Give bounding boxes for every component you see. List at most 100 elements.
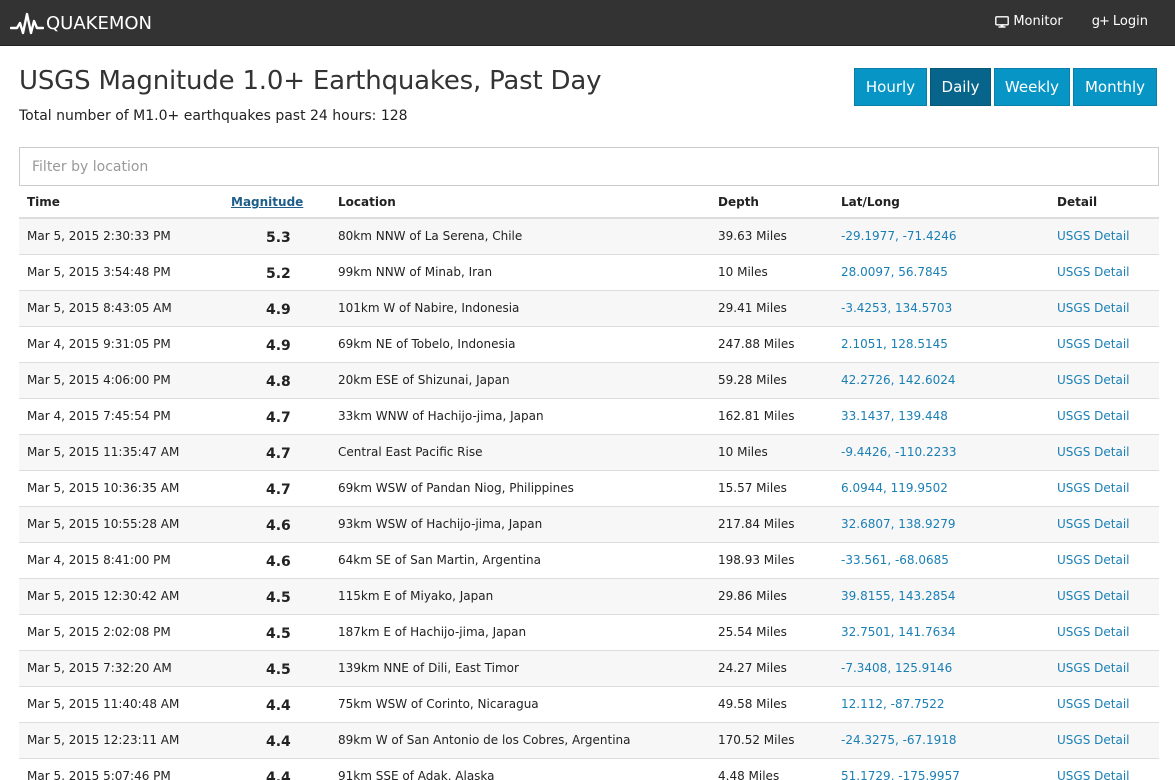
- nav-login-link[interactable]: g+ Login: [1092, 14, 1148, 29]
- time-cell: Mar 5, 2015 2:02:08 PM: [27, 625, 171, 639]
- time-cell: Mar 5, 2015 5:07:46 PM: [27, 769, 171, 780]
- nav-login-label: Login: [1112, 14, 1148, 29]
- depth-cell: 4.48 Miles: [718, 769, 780, 780]
- hourly-button[interactable]: Hourly: [854, 68, 927, 106]
- table-row: Mar 4, 2015 7:45:54 PM 4.7 33km WNW of Hac…: [19, 399, 1159, 435]
- latlong-link[interactable]: 42.2726, 142.6024: [841, 373, 956, 387]
- latlong-link[interactable]: 39.8155, 143.2854: [841, 589, 956, 603]
- latlong-link[interactable]: -9.4426, -110.2233: [841, 445, 957, 459]
- depth-cell: 49.58 Miles: [718, 697, 787, 711]
- usgs-detail-link[interactable]: USGS Detail: [1057, 301, 1129, 315]
- magnitude-sort-header[interactable]: Magnitude: [231, 195, 303, 209]
- google-plus-icon: g+: [1091, 14, 1110, 29]
- usgs-detail-link[interactable]: USGS Detail: [1057, 661, 1129, 675]
- location-cell: 93km WSW of Hachijo-jima, Japan: [338, 517, 543, 531]
- latlong-link[interactable]: 6.0944, 119.9502: [841, 481, 948, 495]
- time-cell: Mar 5, 2015 12:30:42 AM: [27, 589, 180, 603]
- location-cell: 75km WSW of Corinto, Nicaragua: [338, 697, 539, 711]
- depth-cell: 10 Miles: [718, 265, 768, 279]
- latlong-link[interactable]: 32.6807, 138.9279: [841, 517, 956, 531]
- magnitude-cell: 4.6: [266, 554, 291, 570]
- latlong-link[interactable]: -29.1977, -71.4246: [841, 229, 957, 243]
- location-cell: 139km NNE of Dili, East Timor: [338, 661, 519, 675]
- page-title: USGS Magnitude 1.0+ Earthquakes, Past Da…: [19, 66, 602, 96]
- usgs-detail-link[interactable]: USGS Detail: [1057, 481, 1129, 495]
- usgs-detail-link[interactable]: USGS Detail: [1057, 337, 1129, 351]
- latlong-link[interactable]: 33.1437, 139.448: [841, 409, 948, 423]
- daily-button[interactable]: Daily: [930, 68, 991, 106]
- time-cell: Mar 4, 2015 7:45:54 PM: [27, 409, 171, 423]
- magnitude-cell: 4.4: [266, 698, 291, 714]
- magnitude-cell: 4.4: [266, 734, 291, 750]
- latlong-link[interactable]: 12.112, -87.7522: [841, 697, 945, 711]
- nav-monitor-link[interactable]: Monitor: [995, 14, 1063, 29]
- usgs-detail-link[interactable]: USGS Detail: [1057, 445, 1129, 459]
- magnitude-cell: 5.3: [266, 230, 291, 246]
- depth-cell: 15.57 Miles: [718, 481, 787, 495]
- nav-monitor-label: Monitor: [1013, 14, 1063, 29]
- location-column-header: Location: [338, 195, 396, 209]
- table-row: Mar 4, 2015 8:41:00 PM 4.6 64km SE of San …: [19, 543, 1159, 579]
- usgs-detail-link[interactable]: USGS Detail: [1057, 373, 1129, 387]
- time-cell: Mar 5, 2015 10:55:28 AM: [27, 517, 180, 531]
- time-cell: Mar 5, 2015 3:54:48 PM: [27, 265, 171, 279]
- magnitude-cell: 4.5: [266, 626, 291, 642]
- latlong-link[interactable]: 2.1051, 128.5145: [841, 337, 948, 351]
- weekly-button[interactable]: Weekly: [994, 68, 1070, 106]
- depth-cell: 24.27 Miles: [718, 661, 787, 675]
- magnitude-cell: 4.6: [266, 518, 291, 534]
- monthly-button[interactable]: Monthly: [1073, 68, 1157, 106]
- location-cell: 115km E of Miyako, Japan: [338, 589, 494, 603]
- latlong-link[interactable]: -33.561, -68.0685: [841, 553, 949, 567]
- magnitude-cell: 4.9: [266, 302, 291, 318]
- time-cell: Mar 5, 2015 11:40:48 AM: [27, 697, 180, 711]
- usgs-detail-link[interactable]: USGS Detail: [1057, 553, 1129, 567]
- latlong-link[interactable]: 32.7501, 141.7634: [841, 625, 956, 639]
- usgs-detail-link[interactable]: USGS Detail: [1057, 517, 1129, 531]
- latlong-link[interactable]: -3.4253, 134.5703: [841, 301, 952, 315]
- latlong-link[interactable]: 51.1729, -175.9957: [841, 769, 960, 780]
- latlong-link[interactable]: 28.0097, 56.7845: [841, 265, 948, 279]
- quake-count-summary: Total number of M1.0+ earthquakes past 2…: [19, 108, 408, 124]
- table-row: Mar 5, 2015 11:40:48 AM 4.4 75km WSW of Co…: [19, 687, 1159, 723]
- usgs-detail-link[interactable]: USGS Detail: [1057, 625, 1129, 639]
- location-cell: 69km NE of Tobelo, Indonesia: [338, 337, 516, 351]
- time-cell: Mar 5, 2015 7:32:20 AM: [27, 661, 172, 675]
- table-row: Mar 5, 2015 12:30:42 AM 4.5 115km E of Miy…: [19, 579, 1159, 615]
- location-cell: 80km NNW of La Serena, Chile: [338, 229, 523, 243]
- magnitude-cell: 4.7: [266, 446, 291, 462]
- latlong-link[interactable]: -7.3408, 125.9146: [841, 661, 952, 675]
- depth-cell: 59.28 Miles: [718, 373, 787, 387]
- depth-cell: 198.93 Miles: [718, 553, 795, 567]
- depth-column-header: Depth: [718, 195, 759, 209]
- table-row: Mar 5, 2015 12:23:11 AM 4.4 89km W of San …: [19, 723, 1159, 759]
- magnitude-cell: 4.8: [266, 374, 291, 390]
- monitor-icon: [995, 15, 1010, 28]
- latlong-link[interactable]: -24.3275, -67.1918: [841, 733, 957, 747]
- usgs-detail-link[interactable]: USGS Detail: [1057, 769, 1129, 780]
- table-row: Mar 5, 2015 3:54:48 PM 5.2 99km NNW of Min…: [19, 255, 1159, 291]
- earthquake-table: Time Magnitude Location Depth Lat/Long D…: [19, 188, 1159, 780]
- depth-cell: 29.86 Miles: [718, 589, 787, 603]
- usgs-detail-link[interactable]: USGS Detail: [1057, 265, 1129, 279]
- location-cell: 64km SE of San Martin, Argentina: [338, 553, 541, 567]
- usgs-detail-link[interactable]: USGS Detail: [1057, 409, 1129, 423]
- detail-column-header: Detail: [1057, 195, 1098, 209]
- magnitude-cell: 4.5: [266, 662, 291, 678]
- time-cell: Mar 4, 2015 8:41:00 PM: [27, 553, 171, 567]
- time-cell: Mar 5, 2015 8:43:05 AM: [27, 301, 172, 315]
- location-cell: Central East Pacific Rise: [338, 445, 483, 459]
- usgs-detail-link[interactable]: USGS Detail: [1057, 229, 1129, 243]
- depth-cell: 29.41 Miles: [718, 301, 787, 315]
- magnitude-cell: 4.9: [266, 338, 291, 354]
- time-cell: Mar 4, 2015 9:31:05 PM: [27, 337, 171, 351]
- navbar: QUAKEMON Monitor g+ Login: [0, 0, 1175, 46]
- usgs-detail-link[interactable]: USGS Detail: [1057, 589, 1129, 603]
- brand[interactable]: QUAKEMON: [10, 11, 152, 37]
- location-filter-input[interactable]: [19, 147, 1159, 186]
- depth-cell: 247.88 Miles: [718, 337, 795, 351]
- usgs-detail-link[interactable]: USGS Detail: [1057, 697, 1129, 711]
- usgs-detail-link[interactable]: USGS Detail: [1057, 733, 1129, 747]
- location-cell: 99km NNW of Minab, Iran: [338, 265, 493, 279]
- depth-cell: 25.54 Miles: [718, 625, 787, 639]
